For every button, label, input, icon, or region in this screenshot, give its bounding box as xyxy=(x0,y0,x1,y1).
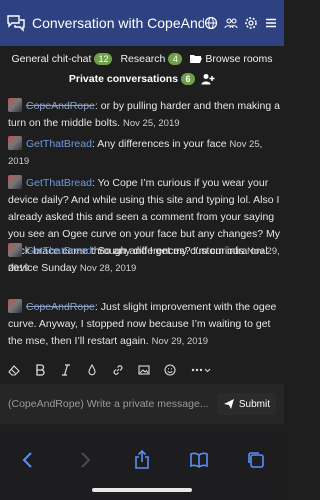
gear-icon[interactable] xyxy=(244,16,258,30)
avatar[interactable] xyxy=(8,136,22,150)
tab-general-chit-chat[interactable]: General chit-chat 12 xyxy=(11,53,113,65)
share-icon[interactable] xyxy=(132,450,152,470)
italic-icon[interactable] xyxy=(60,364,72,376)
unread-badge: 12 xyxy=(94,53,113,65)
tab-label: Private conversations xyxy=(68,73,179,85)
message-text: : Any differences in your face xyxy=(91,138,227,150)
message-item: GetThatBread: So any differences? I’m cu… xyxy=(8,243,280,277)
submit-button[interactable]: Submit xyxy=(216,393,276,415)
forward-icon[interactable] xyxy=(75,450,95,470)
message-author[interactable]: GetThatBread xyxy=(26,177,92,189)
tabs-icon[interactable] xyxy=(246,450,266,470)
folder-open-icon xyxy=(190,54,203,64)
emoji-icon[interactable] xyxy=(164,364,176,376)
message-text: : So any differences? I’m curious xyxy=(91,245,245,257)
avatar[interactable] xyxy=(8,175,22,189)
tab-label: Browse rooms xyxy=(205,53,273,65)
bookmarks-icon[interactable] xyxy=(189,450,209,470)
eraser-icon[interactable] xyxy=(8,364,20,376)
color-drop-icon[interactable] xyxy=(86,364,98,376)
home-indicator[interactable] xyxy=(92,488,192,492)
tab-research[interactable]: Research 4 xyxy=(120,53,183,65)
message-item: CopeAndRope: Just slight improvement wit… xyxy=(8,299,280,350)
room-tabs: General chit-chat 12 Research 4 Browse r… xyxy=(0,46,284,96)
conversation-title: Conversation with CopeAndRope xyxy=(32,15,204,31)
paper-plane-icon xyxy=(223,398,235,410)
unread-badge: 6 xyxy=(181,73,196,85)
tab-browse-rooms[interactable]: Browse rooms xyxy=(190,53,273,65)
message-author[interactable]: CopeAndRope xyxy=(26,100,95,112)
message-input[interactable] xyxy=(8,389,217,419)
add-user-icon[interactable] xyxy=(201,73,215,85)
tab-label: General chit-chat xyxy=(11,53,92,65)
tab-label: Research xyxy=(120,53,166,65)
formatting-toolbar xyxy=(0,360,284,380)
avatar[interactable] xyxy=(8,299,22,313)
message-item: GetThatBread: Any differences in your fa… xyxy=(8,136,280,170)
message-item: CopeAndRope: or by pulling harder and th… xyxy=(8,98,280,132)
image-icon[interactable] xyxy=(138,364,150,376)
menu-icon[interactable] xyxy=(264,16,278,30)
more-icon[interactable] xyxy=(190,364,212,376)
unread-badge: 4 xyxy=(168,53,183,65)
chat-bubbles-icon xyxy=(6,13,26,33)
message-composer: Submit xyxy=(0,384,284,424)
message-list: CopeAndRope: or by pulling harder and th… xyxy=(0,96,284,358)
avatar[interactable] xyxy=(8,98,22,112)
link-icon[interactable] xyxy=(112,364,124,376)
globe-icon[interactable] xyxy=(204,16,218,30)
submit-label: Submit xyxy=(238,398,270,410)
bold-icon[interactable] xyxy=(34,364,46,376)
chat-header: Conversation with CopeAndRope xyxy=(0,0,284,46)
message-timestamp: Nov 25, 2019 xyxy=(123,118,180,129)
message-author[interactable]: GetThatBread xyxy=(26,245,92,257)
message-author[interactable]: GetThatBread xyxy=(26,138,92,150)
message-timestamp: Nov 29, 2019 xyxy=(151,336,209,347)
back-icon[interactable] xyxy=(18,450,38,470)
avatar[interactable] xyxy=(8,243,22,257)
message-author[interactable]: CopeAndRope xyxy=(26,301,95,313)
users-icon[interactable] xyxy=(224,16,238,30)
tab-private-conversations[interactable]: Private conversations 6 xyxy=(69,73,215,85)
